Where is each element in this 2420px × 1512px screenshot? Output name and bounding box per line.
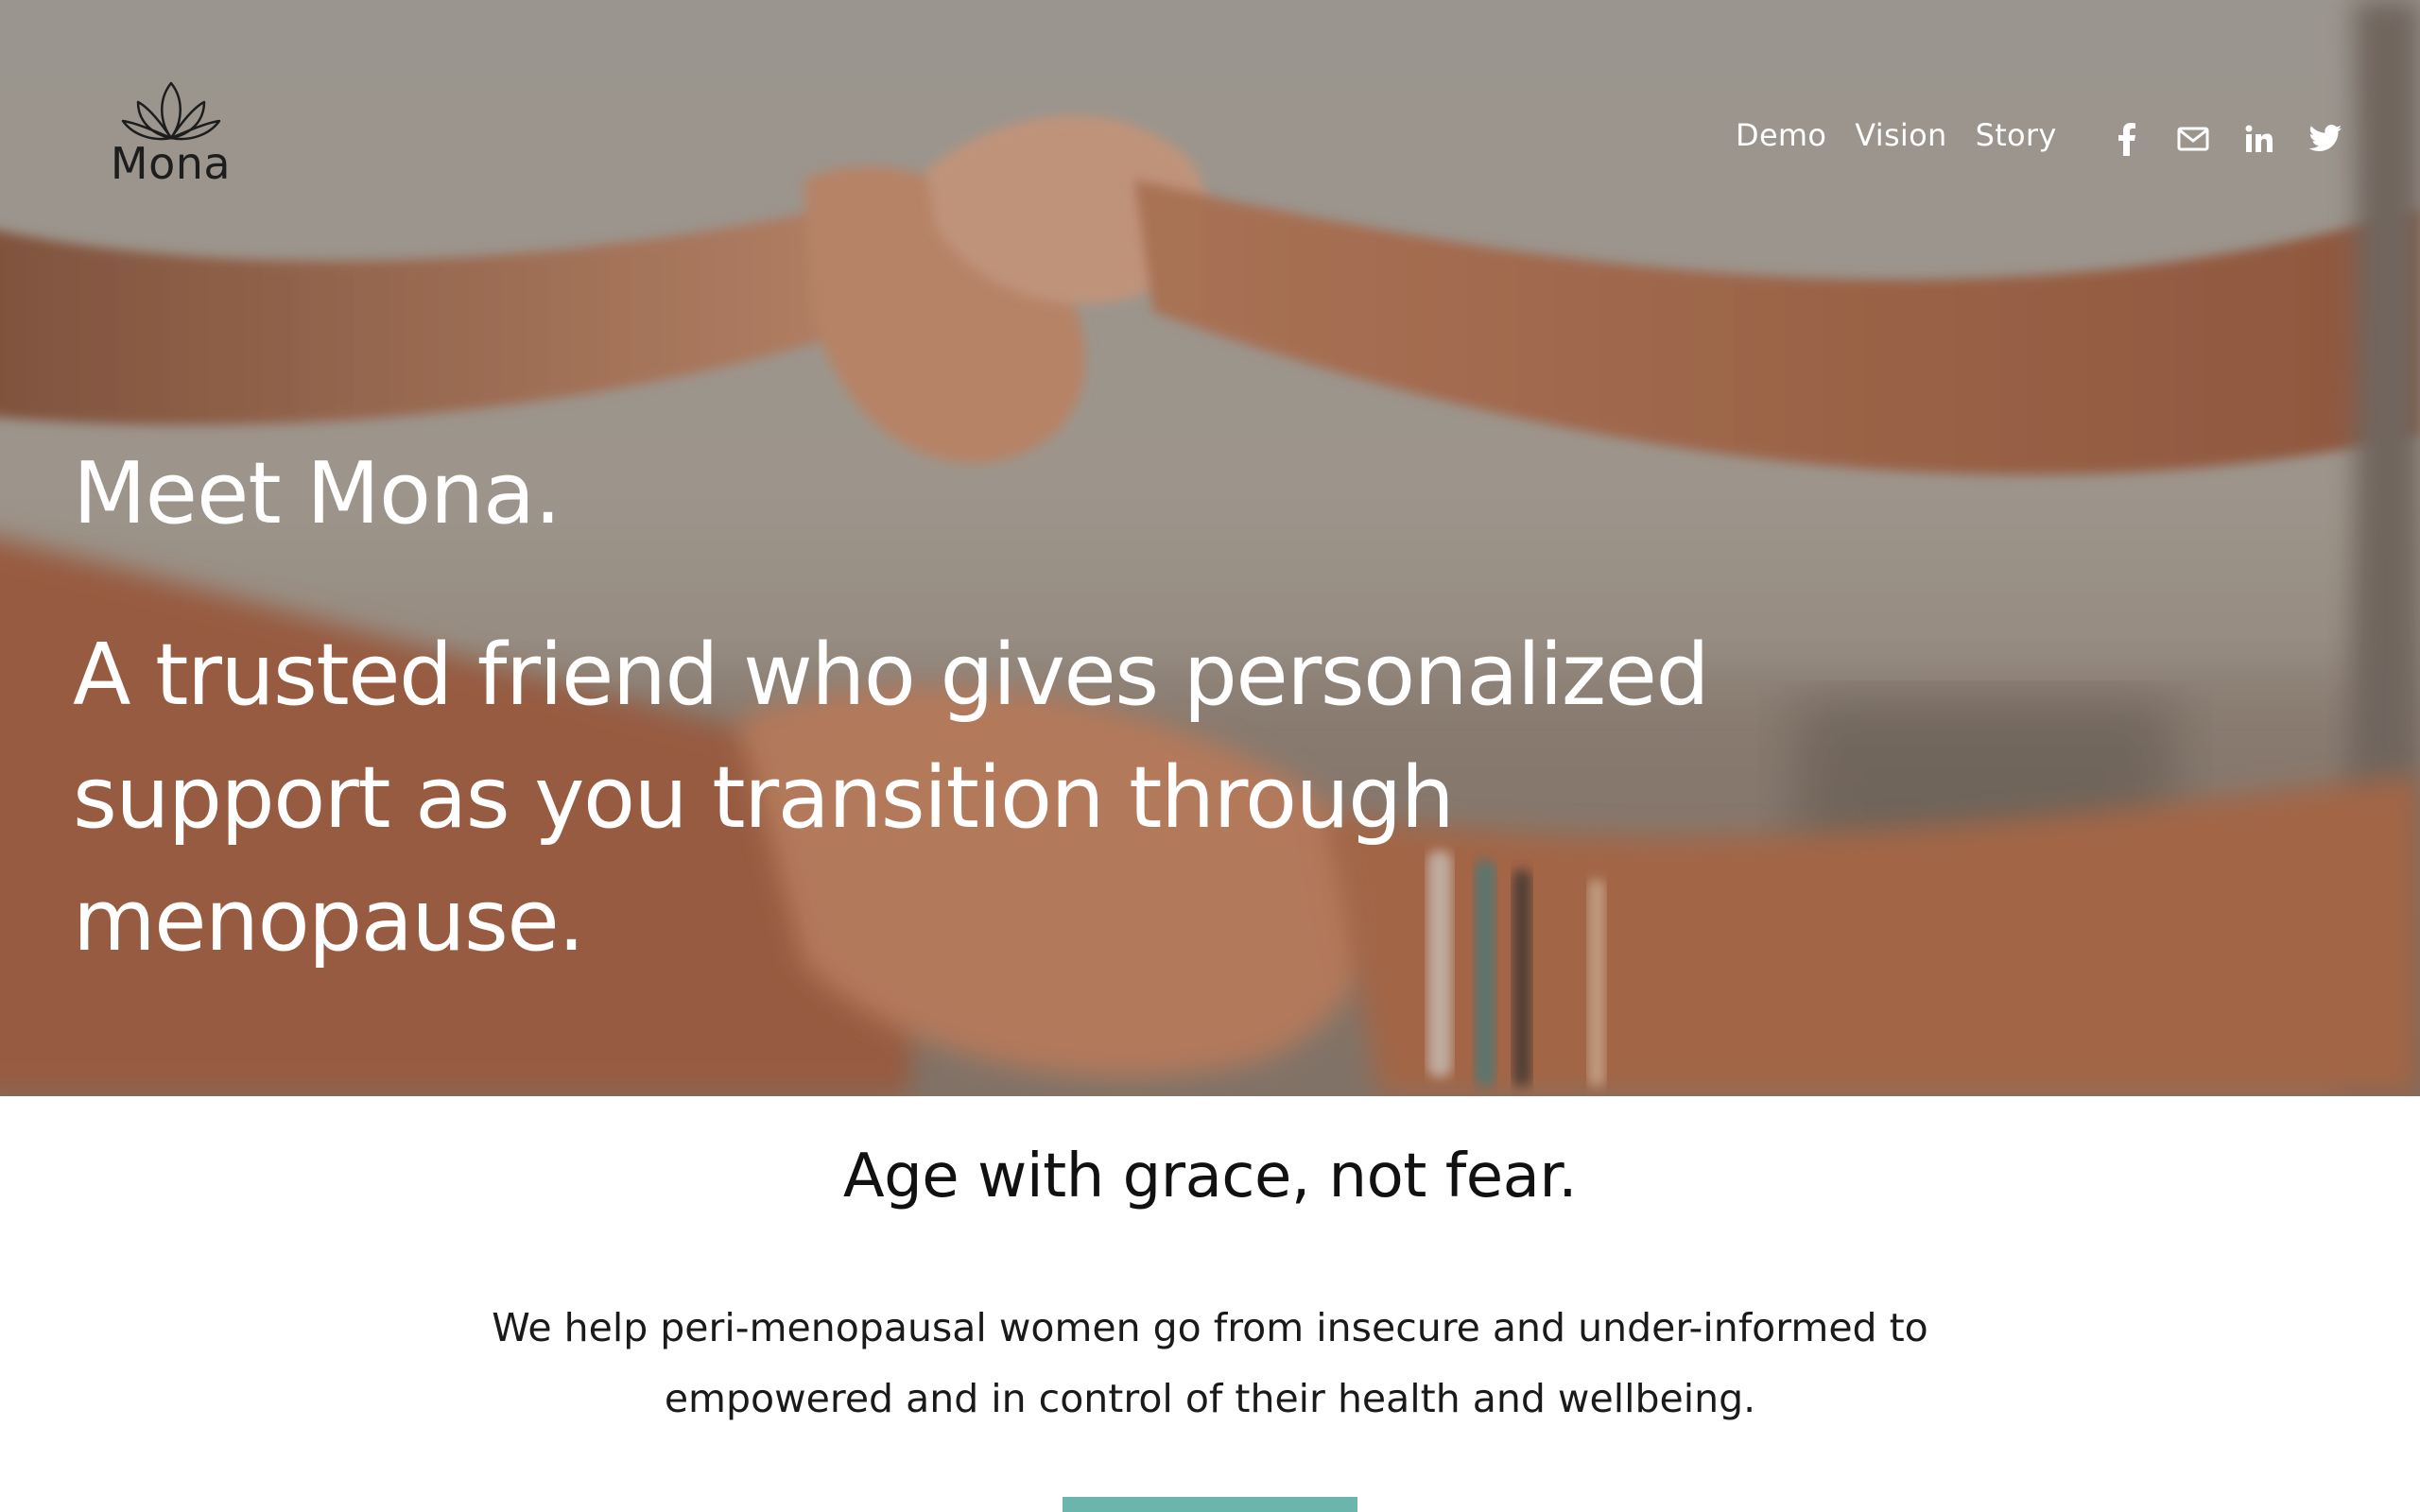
linkedin-icon[interactable] [2240,120,2278,158]
logo-text: Mona [110,138,232,189]
hero-section: Mona Demo Vision Story Meet Mona. A trus… [0,0,2420,1096]
tagline: Age with grace, not fear. [842,1142,1578,1211]
social-links [2108,120,2344,158]
hero-title: Meet Mona. [73,444,562,543]
page: Mona Demo Vision Story Meet Mona. A trus… [0,0,2420,1512]
hero-subtitle: A trusted friend who gives personalized … [73,626,1710,971]
nav-demo[interactable]: Demo [1736,117,1826,153]
nav-vision[interactable]: Vision [1855,117,1946,153]
twitter-icon[interactable] [2307,120,2344,158]
cta-button[interactable] [1063,1497,1357,1512]
email-icon[interactable] [2174,120,2212,158]
main-nav: Demo Vision Story [1736,117,2057,153]
mission-statement: We help peri-menopausal women go from in… [492,1305,1928,1421]
facebook-icon[interactable] [2108,120,2146,158]
logo[interactable]: Mona [102,76,239,194]
nav-story[interactable]: Story [1976,117,2057,153]
